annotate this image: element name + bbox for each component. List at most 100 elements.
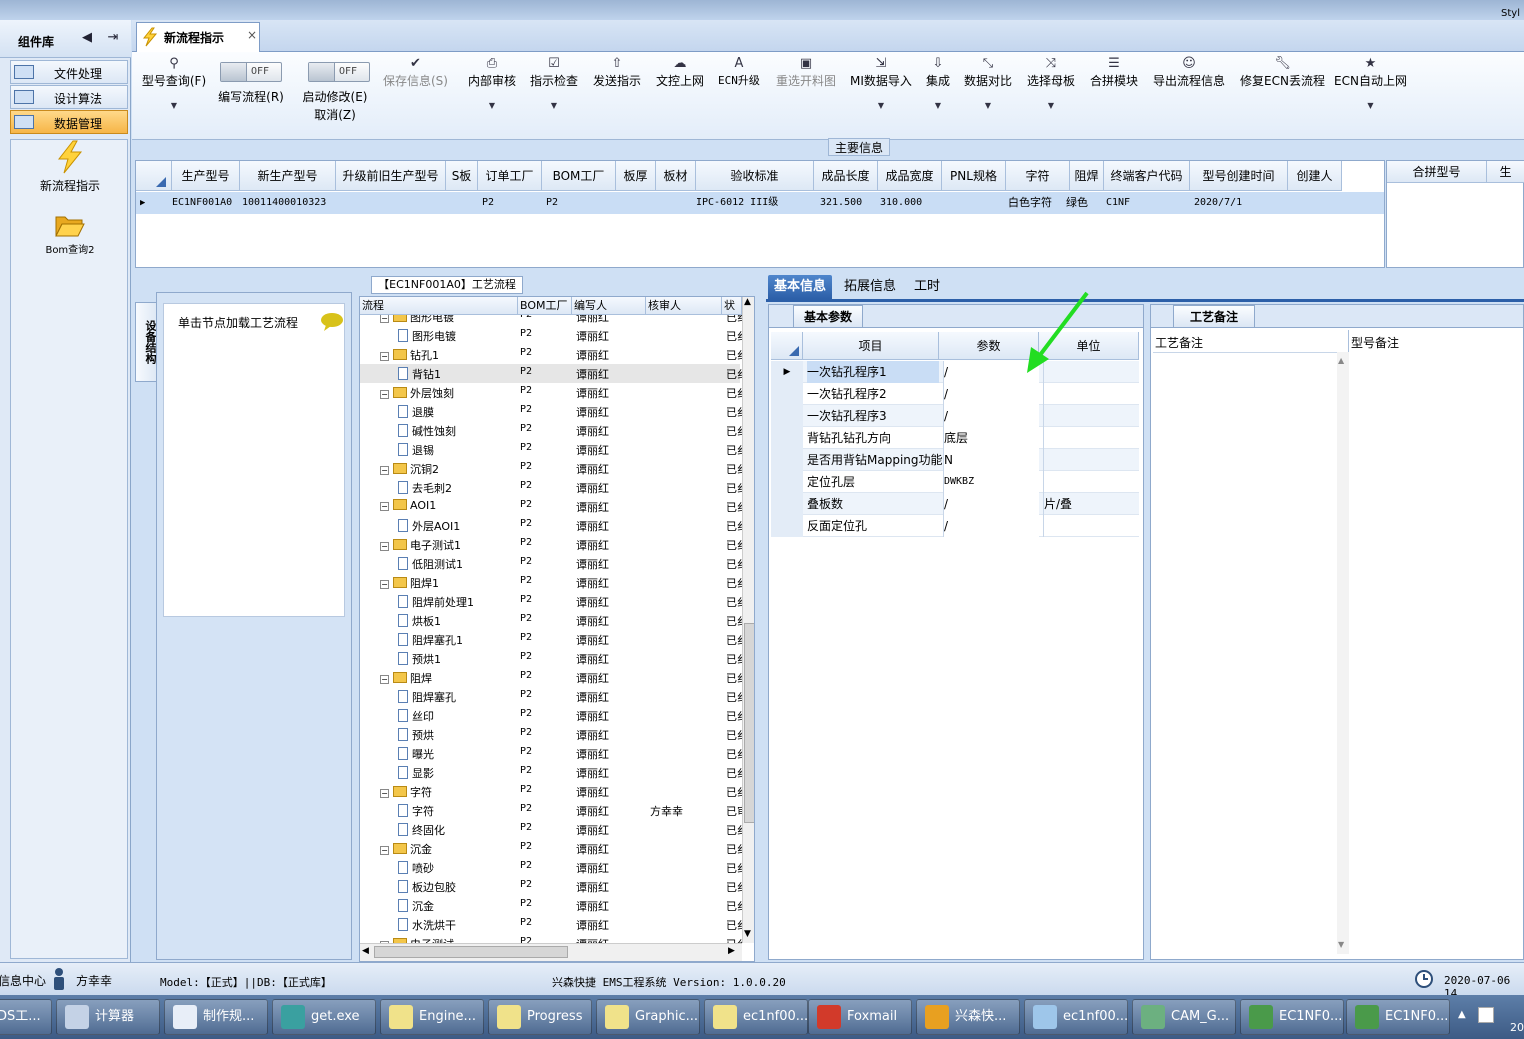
param-unit[interactable] [1043,383,1137,405]
param-unit[interactable] [1043,515,1137,537]
flow-tree-row[interactable]: 低阻测试1 P2 谭丽红 已纟 [360,554,742,573]
flow-node[interactable]: 预烘1 [398,651,441,667]
tab-basic-params[interactable]: 基本参数 [793,305,864,327]
merge-module-button[interactable]: ☰ 合拼模块 [1090,56,1138,89]
flow-tree-row[interactable]: 阻焊塞孔 P2 谭丽红 已纟 [360,687,742,706]
flow-tree-row[interactable]: − 沉铜2 P2 谭丽红 已纟 [360,459,742,478]
taskbar-button[interactable]: 兴森快... [916,999,1020,1035]
col-header[interactable]: 编写人 [572,297,646,315]
col-header[interactable]: 创建人 [1288,161,1342,191]
ecn-auto-online-button[interactable]: ★ ECN自动上网 ▼ [1334,56,1407,110]
param-unit[interactable]: 片/叠 [1043,493,1137,515]
flow-tree-row[interactable]: − 图形电镀 P2 谭丽红 已纟 [360,315,742,326]
flow-tree-row[interactable]: 丝印 P2 谭丽红 已纟 [360,706,742,725]
expand-toggle-icon[interactable]: − [380,846,389,855]
taskbar-clock[interactable]: 20 [1510,1021,1524,1034]
flow-tree-row[interactable]: 水洗烘干 P2 谭丽红 已纟 [360,915,742,934]
col-header[interactable]: 核审人 [646,297,722,315]
flow-tree-row[interactable]: 板边包胶 P2 谭丽红 已纟 [360,877,742,896]
taskbar-button[interactable]: ec1nf00... [1024,999,1128,1035]
flow-node[interactable]: − 阻焊 [380,670,432,686]
flow-node[interactable]: − 字符 [380,784,432,800]
flow-tree-row[interactable]: 去毛刺2 P2 谭丽红 已纟 [360,478,742,497]
flow-node[interactable]: 终固化 [398,822,445,838]
flow-tree-row[interactable]: 退膜 P2 谭丽红 已纟 [360,402,742,421]
flow-node[interactable]: 烘板1 [398,613,441,629]
param-value[interactable]: 底层 [943,427,1039,449]
expand-toggle-icon[interactable]: − [380,390,389,399]
fix-ecn-flow-button[interactable]: 🔧︎ 修复ECN丢流程 [1240,56,1325,89]
flow-node[interactable]: 外层AOI1 [398,518,460,534]
col-header[interactable]: 订单工厂 [478,161,542,191]
flow-node[interactable]: 退膜 [398,404,434,420]
col-header[interactable]: 生 [1487,161,1524,183]
col-header[interactable]: 字符 [1006,161,1070,191]
taskbar-button[interactable]: Foxmail [808,999,912,1035]
flow-node[interactable]: 阻焊塞孔1 [398,632,463,648]
select-mother-board-button[interactable]: ⤨ 选择母板 ▼ [1027,56,1075,110]
param-value[interactable]: / [943,405,1039,427]
expand-toggle-icon[interactable]: − [380,542,389,551]
tab-new-flow[interactable]: 新流程指示 × [136,22,260,52]
scroll-down-icon[interactable]: ▼ [1338,940,1344,949]
expand-toggle-icon[interactable]: − [380,789,389,798]
flow-tree-row[interactable]: 阻焊塞孔1 P2 谭丽红 已纟 [360,630,742,649]
flow-tree-row[interactable]: 背钻1 P2 谭丽红 已纟 [360,364,742,383]
flow-tree-row[interactable]: − 电子测试1 P2 谭丽红 已纟 [360,535,742,554]
param-row[interactable]: 定位孔层 DWKBZ [771,471,1139,493]
tool-new-flow[interactable]: 新流程指示 [25,140,115,194]
flow-tree-row[interactable]: 喷砂 P2 谭丽红 已纟 [360,858,742,877]
reselect-cutting-button[interactable]: ▣ 重选开料图 [776,56,836,89]
flow-tree-row[interactable]: 字符 P2 谭丽红 方幸幸 已审 [360,801,742,820]
col-header[interactable]: 阻焊 [1070,161,1104,191]
flow-tree-row[interactable]: 预烘1 P2 谭丽红 已纟 [360,649,742,668]
flow-node[interactable]: −电子测试 [380,936,454,943]
write-flow-toggle[interactable]: OFF [220,62,282,82]
notes-scrollbar[interactable]: ▲ ▼ [1337,352,1349,954]
taskbar-button[interactable]: Engine... [380,999,484,1035]
flow-node[interactable]: − AOI1 [380,499,436,512]
flow-node[interactable]: − 电子测试1 [380,537,461,553]
mi-import-button[interactable]: ⇲ MI数据导入 ▼ [850,56,912,110]
flow-tree-grid[interactable]: 流程 BOM工厂 编写人 核审人 状 −图形电镀P2谭丽红已纟图形电镀P2谭丽红… [359,296,755,962]
col-header[interactable]: PNL规格 [942,161,1006,191]
col-header[interactable]: 合拼型号 [1387,161,1487,183]
col-header[interactable]: BOM工厂 [542,161,616,191]
flow-node[interactable]: 丝印 [398,708,434,724]
flow-tree-row[interactable]: 预烘 P2 谭丽红 已纟 [360,725,742,744]
scroll-up-icon[interactable]: ▲ [1338,356,1344,365]
scroll-thumb[interactable] [744,623,754,823]
flow-tree-row[interactable]: − AOI1 P2 谭丽红 已纟 [360,497,742,516]
flow-node[interactable]: 预烘 [398,727,434,743]
flow-node[interactable]: 图形电镀 [398,328,456,344]
flow-node[interactable]: 低阻测试1 [398,556,463,572]
doc-control-online-button[interactable]: ☁ 文控上网 [656,56,704,89]
flow-tree-row[interactable]: 曝光 P2 谭丽红 已纟 [360,744,742,763]
flow-tree-row[interactable]: 显影 P2 谭丽红 已纟 [360,763,742,782]
flow-tree-row[interactable]: 阻焊前处理1 P2 谭丽红 已纟 [360,592,742,611]
tab-extended-info[interactable]: 拓展信息 [838,275,902,299]
flow-node[interactable]: 沉金 [398,898,434,914]
load-hint-box[interactable]: 单击节点加载工艺流程 [163,303,345,617]
flow-node[interactable]: 背钻1 [398,366,441,382]
flow-node[interactable]: − 外层蚀刻 [380,385,454,401]
scroll-down-icon[interactable]: ▼ [744,929,751,939]
param-unit[interactable] [1043,449,1137,471]
col-header[interactable]: 成品长度 [814,161,878,191]
taskbar-button[interactable]: EC1NF0... [1346,999,1450,1035]
export-flow-button[interactable]: ☺ 导出流程信息 [1153,56,1225,89]
flow-node[interactable]: 显影 [398,765,434,781]
param-unit[interactable] [1043,427,1137,449]
flow-tree-row[interactable]: 终固化 P2 谭丽红 已纟 [360,820,742,839]
taskbar-button[interactable]: EC1NF0... [1240,999,1344,1035]
taskbar-button[interactable]: get.exe [272,999,376,1035]
model-query-button[interactable]: ⚲ 型号查询(F) ▼ [138,56,210,110]
flow-node[interactable]: 碱性蚀刻 [398,423,456,439]
instruction-check-button[interactable]: ☑ 指示检查 ▼ [530,56,578,110]
flow-tree-row[interactable]: 退锡 P2 谭丽红 已纟 [360,440,742,459]
flow-tree-row[interactable]: 外层AOI1 P2 谭丽红 已纟 [360,516,742,535]
param-value[interactable]: / [943,493,1039,515]
col-header[interactable]: 型号创建时间 [1190,161,1288,191]
param-value[interactable]: / [943,383,1039,405]
flow-node[interactable]: − 阻焊1 [380,575,439,591]
